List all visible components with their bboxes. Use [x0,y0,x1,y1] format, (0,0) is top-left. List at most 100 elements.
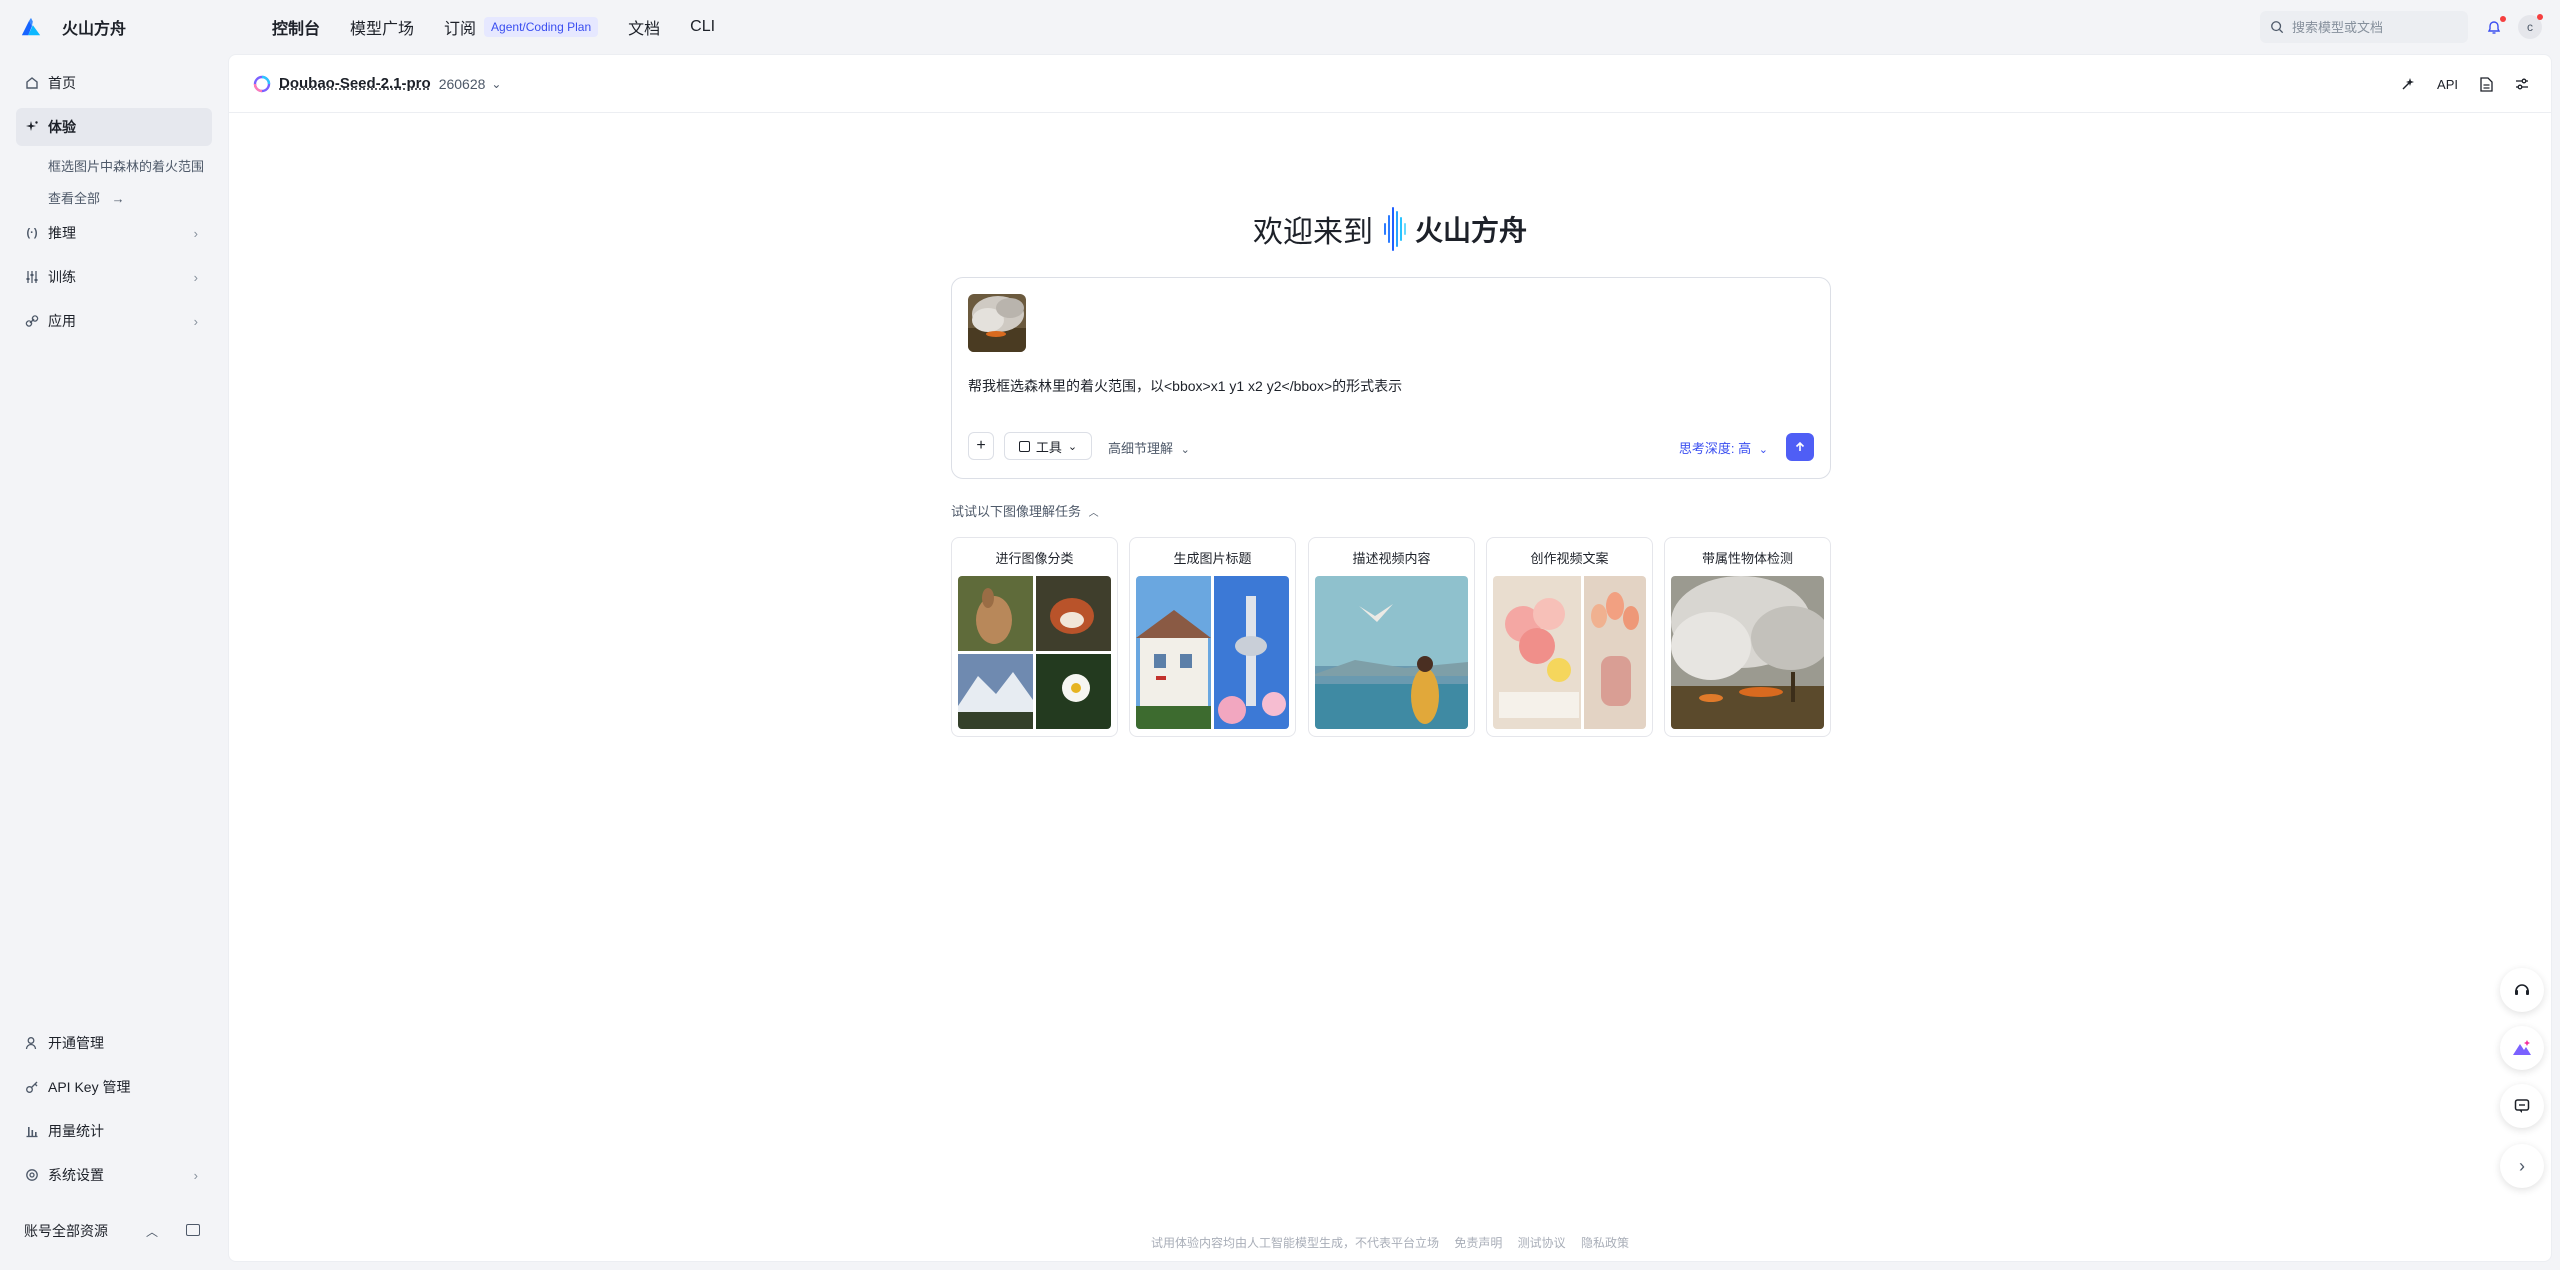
card-image [1493,576,1646,729]
brand[interactable]: 火山方舟 [20,15,250,39]
task-card-object-detection[interactable]: 带属性物体检测 [1664,537,1831,737]
notification-button[interactable] [2484,16,2506,37]
try-tasks-toggle[interactable]: 试试以下图像理解任务 ︿ [951,501,1099,520]
card-title: 带属性物体检测 [1701,551,1793,566]
task-cards: 进行图像分类 生成图片标题 描述视频内容 创作视频文案 带属性物体检测 [951,537,1831,737]
attached-image-thumbnail[interactable] [968,294,1026,352]
topnav-console[interactable]: 控制台 [272,15,320,39]
settings-sliders-icon[interactable] [2515,77,2529,91]
topnav-model-square[interactable]: 模型广场 [350,15,414,39]
avatar-dot [2537,14,2543,20]
detail-mode-dropdown[interactable]: 高细节理解 ⌄ [1108,438,1190,457]
search-input[interactable] [2292,19,2452,35]
user-icon [24,1035,40,1051]
sidebar-item-label: 训练 [48,269,76,285]
settings-icon [24,1167,40,1183]
account-label: 账号全部资源 [24,1223,108,1239]
chevron-down-icon: ⌄ [1067,440,1078,453]
topnav-docs[interactable]: 文档 [628,15,660,39]
headset-icon [2515,984,2529,995]
model-version[interactable]: 260628 [439,76,486,92]
bar-chart-icon [24,1123,40,1139]
doc-icon[interactable] [2480,76,2493,92]
card-title: 生成图片标题 [1173,551,1252,566]
sidebar-item-usage[interactable]: 用量统计 [16,1112,212,1150]
welcome-heading: 欢迎来到 火山方舟 [229,205,2551,253]
support-button[interactable] [2500,968,2544,1012]
sidebar-toggle-icon[interactable] [186,1224,200,1236]
chevron-right-icon: › [193,225,198,241]
topnav-cli[interactable]: CLI [690,18,715,36]
sidebar-item-home[interactable]: 首页 [16,64,212,102]
account-resources[interactable]: 账号全部资源 ︿ [16,1212,212,1250]
top-nav: 控制台 模型广场 订阅 Agent/Coding Plan 文档 CLI [272,15,745,39]
bell-icon [2487,21,2501,34]
sidebar-item-experience[interactable]: 体验 [16,108,212,146]
avatar[interactable]: c [2518,14,2543,39]
plus-icon: + [976,437,986,454]
topnav-label: CLI [690,18,716,35]
ai-assistant-button[interactable] [2500,1026,2544,1070]
add-attachment-button[interactable]: + [968,432,994,460]
tools-label: 工具 [1035,439,1062,455]
card-title: 进行图像分类 [995,551,1074,566]
footer-terms-link[interactable]: 免责声明 [1454,1236,1502,1250]
chevron-right-icon: › [193,1167,198,1183]
plan-badge: Agent/Coding Plan [484,17,599,37]
brackets-icon: (·) [26,227,38,239]
task-card-classification[interactable]: 进行图像分类 [951,537,1118,737]
sidebar-item-label: 开通管理 [48,1035,104,1051]
footer-agreement-link[interactable]: 测试协议 [1518,1236,1566,1250]
prompt-text[interactable]: 帮我框选森林里的着火范围，以<bbox>x1 y1 x2 y2</bbox>的形… [968,376,1402,396]
chevron-down-icon[interactable]: ⌄ [491,77,501,91]
arrow-right-icon: → [111,191,125,206]
prompt-composer[interactable]: 帮我框选森林里的着火范围，以<bbox>x1 y1 x2 y2</bbox>的形… [951,277,1831,479]
top-bar: 火山方舟 控制台 模型广场 订阅 Agent/Coding Plan 文档 CLI… [0,0,2560,54]
sidebar-item-inference[interactable]: (·) 推理 › [16,214,212,252]
sidebar-item-label: 系统设置 [48,1167,104,1183]
grid-icon [1018,440,1030,452]
mountain-sparkle-icon [2513,1040,2531,1055]
task-card-video-copywriting[interactable]: 创作视频文案 [1486,537,1653,737]
model-name[interactable]: Doubao-Seed-2.1-pro [279,75,431,92]
thinking-depth-dropdown[interactable]: 思考深度: 高 ⌄ [1679,438,1768,457]
footer-disclaimer: 试用体验内容均由人工智能模型生成，不代表平台立场 [1150,1236,1439,1250]
sidebar-item-training[interactable]: 训练 › [16,258,212,296]
tune-icon[interactable] [2401,77,2415,91]
topnav-subscription[interactable]: 订阅 Agent/Coding Plan [444,15,599,39]
sparkle-icon [24,119,40,135]
footer-privacy-link[interactable]: 隐私政策 [1581,1236,1629,1250]
tools-dropdown[interactable]: 工具 ⌄ [1004,432,1092,460]
sidebar-item-label: 应用 [48,313,76,329]
welcome-logo: 火山方舟 [1383,205,1527,253]
detail-label: 高细节理解 [1108,441,1174,456]
sidebar-item-api-key[interactable]: API Key 管理 [16,1068,212,1106]
link-icon [24,313,40,329]
sidebar-item-apps[interactable]: 应用 › [16,302,212,340]
task-card-video-description[interactable]: 描述视频内容 [1308,537,1475,737]
sidebar-recent-session[interactable]: 框选图片中森林的着火范围 [48,156,204,175]
view-all-label: 查看全部 [48,191,101,206]
topnav-label: 模型广场 [350,21,415,38]
feedback-button[interactable] [2500,1084,2544,1128]
expand-panel-button[interactable]: › [2500,1144,2544,1188]
top-right: c [2260,11,2543,43]
search-box[interactable] [2260,11,2468,43]
main-panel: Doubao-Seed-2.1-pro 260628 ⌄ API 欢迎来到 火山… [228,54,2552,1262]
card-image [958,576,1111,729]
chevron-up-icon[interactable]: ︿ [146,1223,158,1240]
task-card-captioning[interactable]: 生成图片标题 [1129,537,1296,737]
sidebar-item-label: 体验 [48,119,76,135]
avatar-letter: c [2527,20,2533,34]
send-button[interactable] [1786,433,1814,461]
sidebar-item-settings[interactable]: 系统设置 › [16,1156,212,1194]
volcano-logo-icon [21,17,41,36]
home-icon [24,75,40,91]
model-tools: API [2379,55,2529,113]
sidebar-item-activation[interactable]: 开通管理 [16,1024,212,1062]
sidebar-view-all[interactable]: 查看全部 → [48,188,125,207]
chevron-right-icon: › [193,269,198,285]
sidebar-item-label: 用量统计 [48,1123,104,1139]
api-button[interactable]: API [2437,77,2458,92]
sidebar-item-label: 首页 [48,75,76,91]
